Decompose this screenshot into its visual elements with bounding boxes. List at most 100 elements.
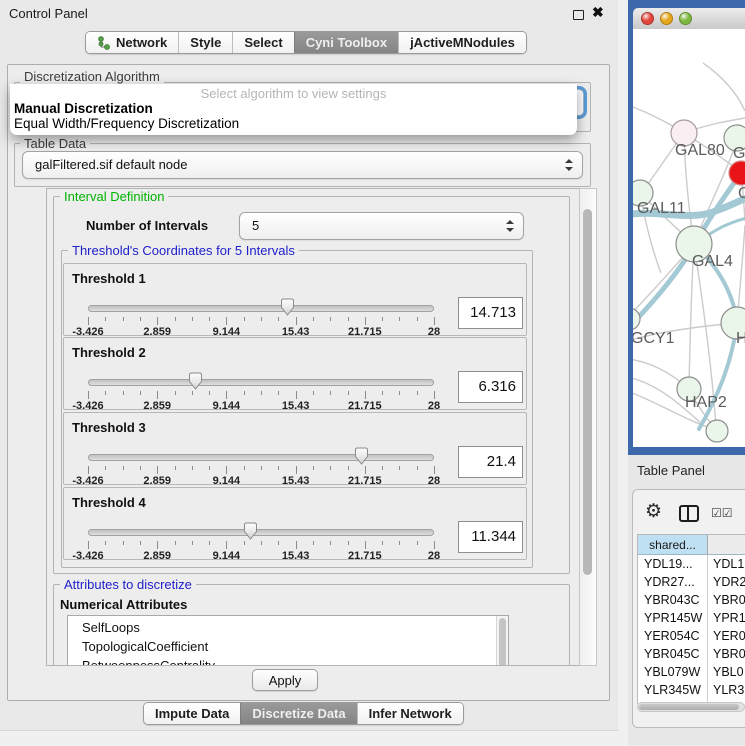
slider-tick-label: -3.426: [72, 400, 103, 412]
numerical-attributes-label: Numerical Attributes: [60, 597, 187, 612]
slider-thumb[interactable]: [354, 447, 369, 465]
tab-label: Infer Network: [369, 706, 452, 721]
split-columns-icon[interactable]: [679, 505, 699, 522]
select-columns-icon[interactable]: ☑☑: [711, 506, 733, 520]
table-row[interactable]: YER054CYER0: [638, 627, 745, 645]
table-row[interactable]: YDR27...YDR2: [638, 573, 745, 591]
slider-ticks: [88, 541, 434, 550]
table-cell: YBR0: [708, 591, 745, 609]
network-view-window: GAL80 G C GAL11 GAL4 GCY1 H HAP2: [628, 0, 745, 455]
float-panel-icon[interactable]: [573, 10, 584, 20]
threshold-panel-2: Threshold 2-3.4262.8599.14415.4321.71528…: [63, 337, 527, 410]
node-label-gal80: GAL80: [675, 142, 725, 159]
slider-tick-label: 2.859: [143, 400, 171, 412]
tab-style[interactable]: Style: [178, 32, 232, 53]
cyni-bottom-tabs: Impute DataDiscretize Data Infer Network: [143, 702, 464, 725]
slider-ticks: [88, 391, 434, 400]
table-cell: YDL1: [708, 555, 745, 573]
apply-button[interactable]: Apply: [252, 669, 318, 691]
attribute-list-item[interactable]: TopologicalCoefficient: [68, 637, 508, 656]
tab-discretize-data[interactable]: Discretize Data: [240, 703, 356, 724]
table-cell: YLR3: [708, 681, 745, 699]
tab-label: Style: [190, 35, 221, 50]
algorithm-placeholder: Select algorithm to view settings: [10, 86, 577, 101]
slider-tick-label: 15.43: [282, 400, 310, 412]
popup-item-equal-width-frequency[interactable]: Equal Width/Frequency Discretization: [14, 116, 239, 131]
stepper-icon: [506, 220, 514, 232]
tab-impute-data[interactable]: Impute Data: [144, 703, 240, 724]
num-intervals-combo[interactable]: 5: [239, 212, 524, 240]
threshold-value-field[interactable]: 14.713: [458, 297, 523, 329]
slider-track[interactable]: [88, 379, 434, 386]
slider-track[interactable]: [88, 529, 434, 536]
table-horizontal-scrollbar[interactable]: [637, 702, 745, 712]
tab-select[interactable]: Select: [232, 32, 293, 53]
node-label-gal11: GAL11: [637, 200, 686, 217]
network-canvas[interactable]: GAL80 G C GAL11 GAL4 GCY1 H HAP2: [633, 29, 745, 447]
threshold-label: Threshold 2: [72, 345, 146, 360]
node-label-fragment-h: H: [736, 330, 745, 347]
node-label-gcy1: GCY1: [633, 330, 675, 347]
slider-tick-label: 9.144: [213, 475, 241, 487]
table-column-header[interactable]: n: [708, 535, 745, 555]
table-row[interactable]: YDL19...YDL1: [638, 555, 745, 573]
tab-cyni-toolbox[interactable]: Cyni Toolbox: [294, 32, 398, 53]
table-data-combo[interactable]: galFiltered.sif default node: [22, 151, 583, 179]
threshold-label: Threshold 4: [72, 495, 146, 510]
table-panel: Table Panel ⚙ ☑☑ shared...nYDL19...YDL1Y…: [628, 455, 745, 745]
table-row[interactable]: YBL079WYBL0: [638, 663, 745, 681]
network-node: [706, 420, 728, 442]
network-window-titlebar[interactable]: [633, 8, 745, 30]
table-cell: YDR2: [708, 573, 745, 591]
gear-icon[interactable]: ⚙: [645, 500, 662, 523]
table-row[interactable]: YLR345WYLR3: [638, 681, 745, 699]
tab-network[interactable]: Network: [86, 32, 178, 53]
num-intervals-value: 5: [252, 213, 259, 239]
stepper-icon: [565, 159, 573, 171]
table-cell: YBR0: [708, 645, 745, 663]
table-row[interactable]: YPR145WYPR1: [638, 609, 745, 627]
threshold-value-field[interactable]: 6.316: [458, 371, 523, 403]
table-row[interactable]: YBR045CYBR0: [638, 645, 745, 663]
node-table[interactable]: shared...nYDL19...YDL1YDR27...YDR2YBR043…: [637, 534, 745, 704]
slider-thumb[interactable]: [243, 522, 258, 540]
slider-tick-label: -3.426: [72, 475, 103, 487]
tab-label: Select: [244, 35, 282, 50]
table-cell: YDL19...: [638, 555, 708, 573]
slider-thumb[interactable]: [188, 372, 203, 390]
attribute-list-item[interactable]: SelfLoops: [68, 616, 508, 637]
settings-vertical-scrollbar[interactable]: [579, 188, 597, 666]
slider-tick-label: 28: [428, 400, 440, 412]
numerical-attributes-list[interactable]: SelfLoopsTopologicalCoefficientBetweenne…: [67, 615, 509, 666]
tab-infer-network[interactable]: Infer Network: [357, 703, 463, 724]
interval-definition-title: Interval Definition: [60, 189, 168, 204]
table-column-header[interactable]: shared...: [638, 535, 708, 555]
slider-tick-label: 28: [428, 550, 440, 562]
threshold-panel-3: Threshold 3-3.4262.8599.14415.4321.71528…: [63, 412, 527, 485]
attribute-list-item[interactable]: BetweennessCentrality: [68, 656, 508, 666]
threshold-panel-4: Threshold 4-3.4262.8599.14415.4321.71528…: [63, 487, 527, 560]
table-row[interactable]: YBR043CYBR0: [638, 591, 745, 609]
discretization-algorithm-title: Discretization Algorithm: [20, 69, 164, 84]
slider-track[interactable]: [88, 305, 434, 312]
slider-tick-label: 9.144: [213, 400, 241, 412]
list-scrollbar[interactable]: [496, 616, 508, 666]
network-graph: GAL80 G C GAL11 GAL4 GCY1 H HAP2: [633, 29, 745, 447]
node-label-fragment-g: G: [733, 145, 745, 162]
threshold-value-field[interactable]: 21.4: [458, 446, 523, 478]
threshold-label: Threshold 1: [72, 271, 146, 286]
tab-jactivemnodules[interactable]: jActiveMNodules: [398, 32, 526, 53]
slider-tick-label: 28: [428, 475, 440, 487]
close-traffic-light-icon[interactable]: [641, 12, 654, 25]
table-cell: YDR27...: [638, 573, 708, 591]
slider-ticks: [88, 466, 434, 475]
slider-thumb[interactable]: [280, 298, 295, 316]
threshold-value-field[interactable]: 11.344: [458, 521, 523, 553]
minimize-traffic-light-icon[interactable]: [660, 12, 673, 25]
slider-track[interactable]: [88, 454, 434, 461]
table-data-title: Table Data: [20, 136, 90, 151]
close-icon[interactable]: ✖: [592, 4, 604, 21]
popup-item-manual-discretization[interactable]: Manual Discretization: [14, 101, 153, 116]
thresholds-group-title: Threshold's Coordinates for 5 Intervals: [68, 243, 299, 258]
zoom-traffic-light-icon[interactable]: [679, 12, 692, 25]
